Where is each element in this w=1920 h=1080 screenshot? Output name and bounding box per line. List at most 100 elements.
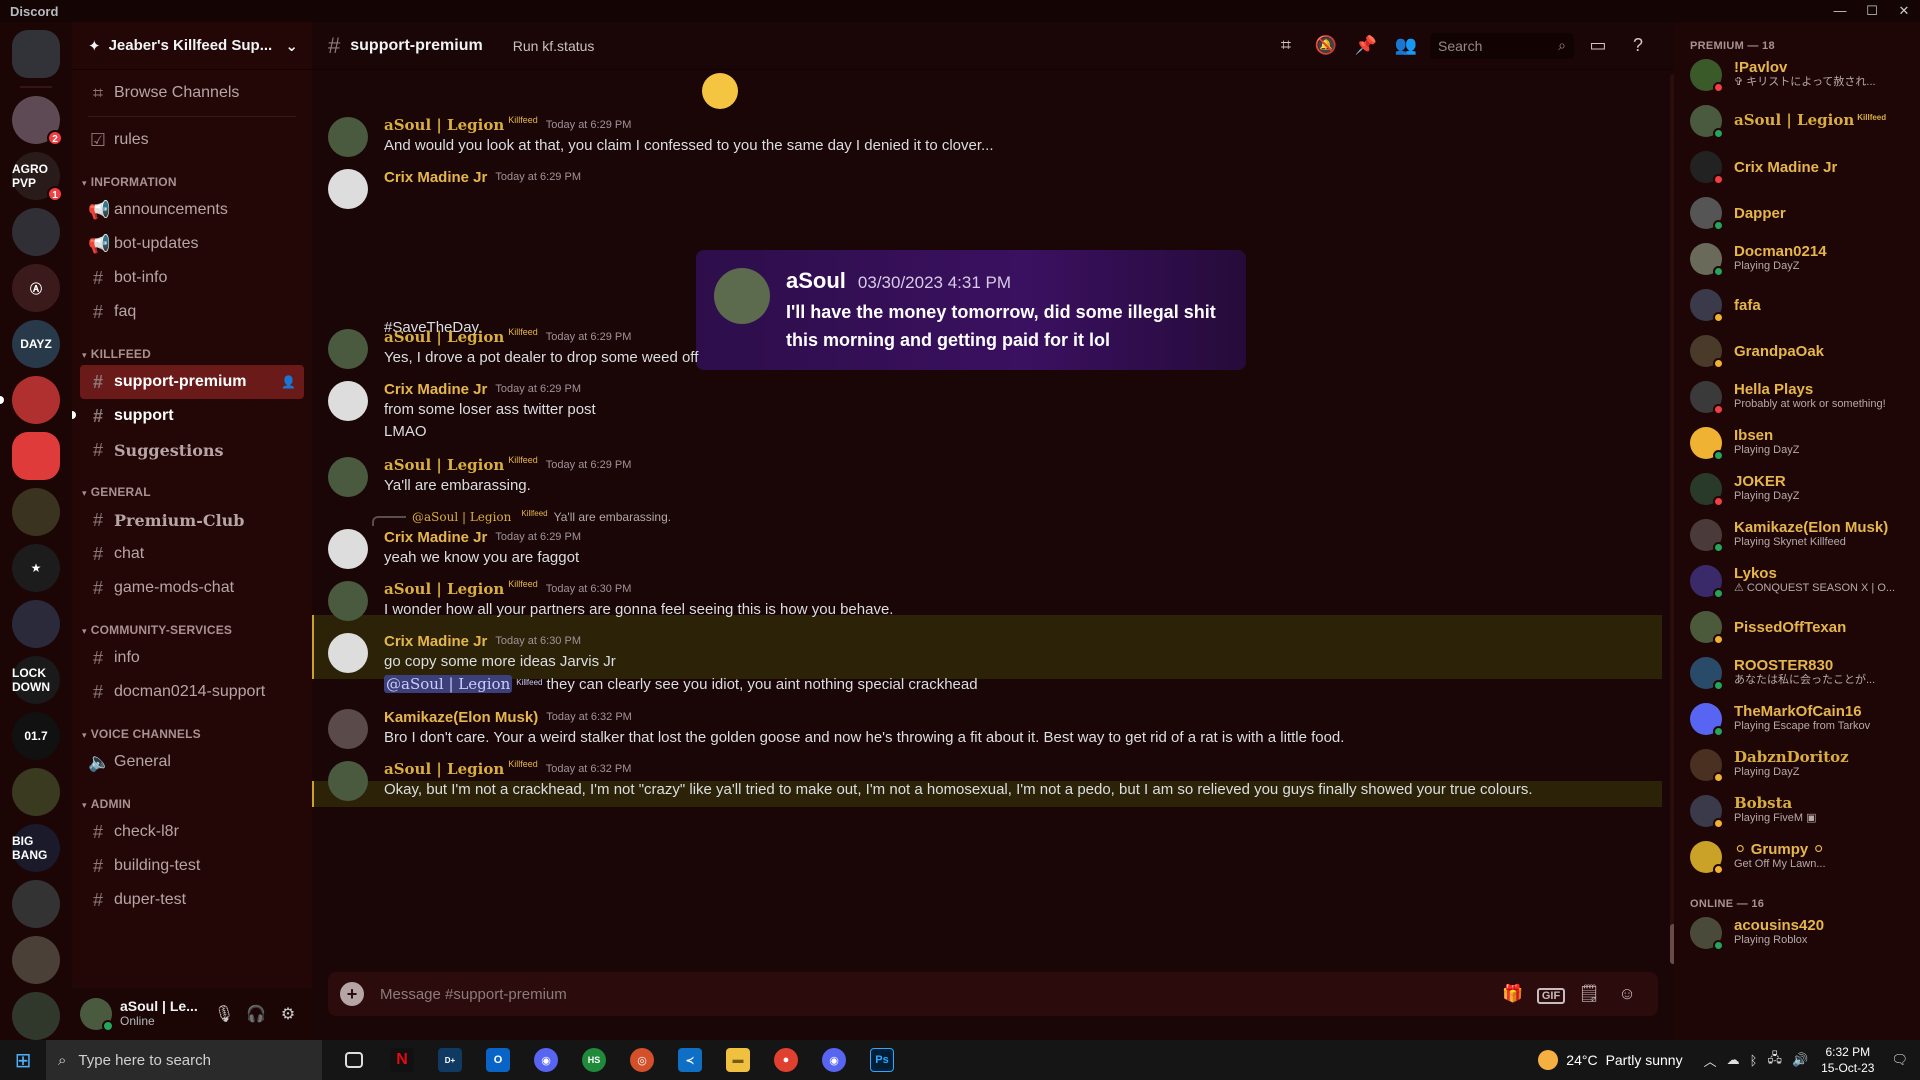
- gift-icon[interactable]: 🎁: [1494, 984, 1532, 1004]
- avatar[interactable]: [328, 529, 368, 569]
- user-mention[interactable]: @aSoul | Legion: [384, 675, 513, 693]
- member-item[interactable]: fafa: [1682, 282, 1912, 328]
- emoji-icon[interactable]: ☺: [1608, 984, 1646, 1004]
- network-icon[interactable]: 🖧: [1767, 1049, 1782, 1071]
- avatar[interactable]: [328, 169, 368, 209]
- message-author[interactable]: Crix Madine Jr: [384, 529, 487, 546]
- category-community-services[interactable]: ▾ COMMUNITY-SERVICES: [80, 613, 304, 641]
- server-icon[interactable]: [0, 376, 60, 424]
- member-item[interactable]: !Pavlov ✞ キリストによって赦され...: [1682, 52, 1912, 98]
- member-item[interactable]: JOKER Playing DayZ: [1682, 466, 1912, 512]
- message-author[interactable]: aSoul | Legion: [384, 116, 504, 134]
- member-item[interactable]: Lykos ⚠ CONQUEST SEASON X | O...: [1682, 558, 1912, 604]
- invite-icon[interactable]: 👤: [281, 375, 296, 389]
- avatar[interactable]: [328, 761, 368, 801]
- disney-plus-icon[interactable]: D+: [426, 1040, 474, 1080]
- notifications-icon[interactable]: 🗨: [1891, 1052, 1908, 1068]
- channel-suggestions[interactable]: # Suggestions: [80, 433, 304, 467]
- chevron-up-icon[interactable]: ︿: [1704, 1051, 1717, 1070]
- channel-check-l8r[interactable]: # check-l8r: [80, 815, 304, 849]
- message-input[interactable]: [380, 985, 1494, 1003]
- channel-announcements[interactable]: 📢 announcements: [80, 193, 304, 227]
- server-icon[interactable]: [12, 488, 60, 536]
- avatar[interactable]: [328, 117, 368, 157]
- member-item[interactable]: ROOSTER830 あなたは私に会ったことが...: [1682, 650, 1912, 696]
- browse-channels[interactable]: ⌗ Browse Channels: [80, 76, 304, 110]
- server-icon[interactable]: 2: [12, 96, 63, 146]
- server-icon[interactable]: Ⓐ: [12, 264, 60, 312]
- server-icon[interactable]: ★: [12, 544, 60, 592]
- server-icon[interactable]: [12, 880, 60, 928]
- server-icon[interactable]: [12, 936, 60, 984]
- inbox-icon[interactable]: ▭: [1578, 35, 1618, 56]
- microphone-icon[interactable]: 🎙: [208, 1004, 240, 1024]
- reply-preview[interactable]: @aSoul | Legion Killfeed Ya'll are embaras…: [372, 507, 1662, 527]
- close-button[interactable]: ✕: [1888, 0, 1920, 22]
- taskbar-clock[interactable]: 6:32 PM 15-Oct-23: [1821, 1044, 1874, 1076]
- search-input[interactable]: Search ⌕: [1430, 32, 1574, 59]
- server-icon[interactable]: AGRO PVP 1: [12, 152, 63, 202]
- message-author[interactable]: aSoul | Legion: [384, 580, 504, 598]
- channel-faq[interactable]: # faq: [80, 295, 304, 329]
- discord-active-icon[interactable]: ◉: [810, 1040, 858, 1080]
- channel-game-mods-chat[interactable]: # game-mods-chat: [80, 571, 304, 605]
- task-view-icon[interactable]: [330, 1040, 378, 1080]
- headphones-icon[interactable]: 🎧: [240, 1004, 272, 1024]
- taskbar-search[interactable]: ⌕ Type here to search: [46, 1040, 322, 1080]
- message-author[interactable]: Kamikaze(Elon Musk): [384, 709, 538, 726]
- channel-chat[interactable]: # chat: [80, 537, 304, 571]
- pin-icon[interactable]: 📌: [1346, 35, 1386, 56]
- category-killfeed[interactable]: ▾ KILLFEED: [80, 337, 304, 365]
- user-info[interactable]: aSoul | Le... Online: [120, 999, 208, 1029]
- channel-bot-updates[interactable]: 📢 bot-updates: [80, 227, 304, 261]
- hs-app-icon[interactable]: HS: [570, 1040, 618, 1080]
- chrome-icon[interactable]: ●: [762, 1040, 810, 1080]
- avatar[interactable]: [328, 581, 368, 621]
- bluetooth-icon[interactable]: ᛒ: [1750, 1053, 1758, 1068]
- sticker-icon[interactable]: 🗒: [1570, 984, 1608, 1004]
- server-icon[interactable]: DAYZ: [12, 320, 60, 368]
- channel-duper-test[interactable]: # duper-test: [80, 883, 304, 917]
- members-icon[interactable]: 👥: [1386, 35, 1426, 56]
- discord-taskbar-icon[interactable]: ◉: [522, 1040, 570, 1080]
- server-icon[interactable]: 01.7: [12, 712, 60, 760]
- category-voice-channels[interactable]: ▾ VOICE CHANNELS: [80, 717, 304, 745]
- gear-icon[interactable]: ⚙: [272, 1004, 304, 1024]
- member-item[interactable]: TheMarkOfCain16 Playing Escape from Tarko…: [1682, 696, 1912, 742]
- member-item[interactable]: DabznDoritoz Playing DayZ: [1682, 742, 1912, 788]
- member-item[interactable]: GrandpaOak: [1682, 328, 1912, 374]
- server-icon[interactable]: [12, 208, 60, 256]
- file-explorer-icon[interactable]: ▬: [714, 1040, 762, 1080]
- vscode-icon[interactable]: ≺: [666, 1040, 714, 1080]
- member-item[interactable]: Crix Madine Jr: [1682, 144, 1912, 190]
- gif-button[interactable]: GIF: [1532, 984, 1570, 1004]
- server-icon[interactable]: BIG BANG: [12, 824, 60, 872]
- member-item[interactable]: Ibsen Playing DayZ: [1682, 420, 1912, 466]
- server-icon[interactable]: [12, 992, 60, 1040]
- bell-muted-icon[interactable]: 🔕: [1306, 35, 1346, 56]
- channel-building-test[interactable]: # building-test: [80, 849, 304, 883]
- voice-channel-general[interactable]: 🔈 General: [80, 745, 304, 779]
- category-information[interactable]: ▾ INFORMATION: [80, 165, 304, 193]
- message-author[interactable]: aSoul | Legion: [384, 456, 504, 474]
- category-admin[interactable]: ▾ ADMIN: [80, 787, 304, 815]
- avatar[interactable]: [328, 633, 368, 673]
- member-item[interactable]: Dapper: [1682, 190, 1912, 236]
- onedrive-icon[interactable]: ☁: [1727, 1052, 1740, 1068]
- category-general[interactable]: ▾ GENERAL: [80, 475, 304, 503]
- message-author[interactable]: Crix Madine Jr: [384, 169, 487, 186]
- channel-docman0214-support[interactable]: # docman0214-support: [80, 675, 304, 709]
- server-icon[interactable]: [12, 600, 60, 648]
- help-icon[interactable]: ?: [1618, 35, 1658, 56]
- message-author[interactable]: Crix Madine Jr: [384, 381, 487, 398]
- channel-bot-info[interactable]: # bot-info: [80, 261, 304, 295]
- add-attachment-icon[interactable]: +: [340, 982, 364, 1006]
- server-icon[interactable]: LOCK DOWN: [12, 656, 60, 704]
- volume-icon[interactable]: 🔊: [1792, 1052, 1808, 1068]
- maximize-button[interactable]: ☐: [1856, 0, 1888, 22]
- channel-support[interactable]: # support: [72, 399, 304, 433]
- threads-icon[interactable]: ⌗: [1266, 35, 1306, 56]
- avatar[interactable]: [328, 709, 368, 749]
- avatar[interactable]: [328, 381, 368, 421]
- member-item[interactable]: acousins420 Playing Roblox: [1682, 910, 1912, 956]
